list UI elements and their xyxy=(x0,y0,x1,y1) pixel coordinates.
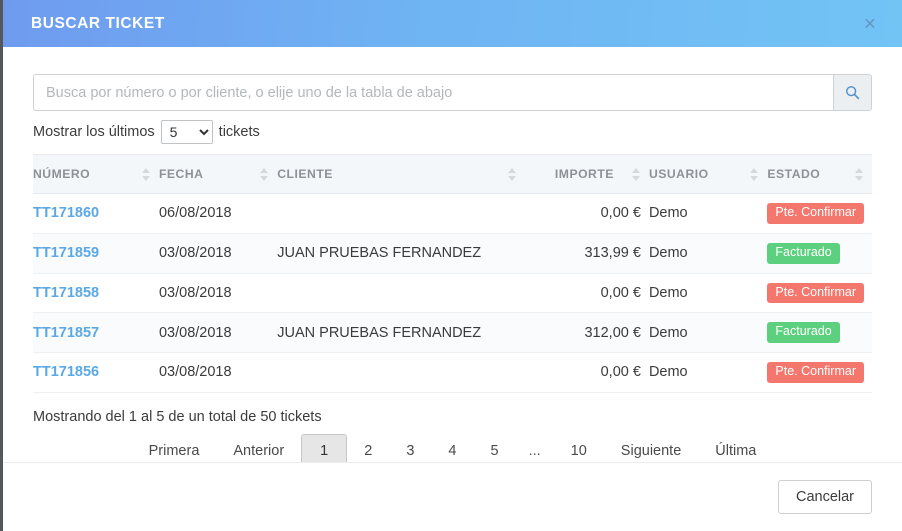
cell-importe: 0,00 € xyxy=(525,352,649,393)
cell-estado: Facturado xyxy=(767,233,872,274)
cell-cliente xyxy=(277,273,526,314)
close-icon[interactable]: × xyxy=(864,13,876,34)
status-badge: Facturado xyxy=(767,242,840,264)
cell-estado: Pte. Confirmar xyxy=(767,273,872,314)
column-label: FECHA xyxy=(158,167,204,181)
length-menu-suffix: tickets xyxy=(218,124,260,140)
cell-numero: TT171856 xyxy=(33,352,159,393)
cancel-button[interactable]: Cancelar xyxy=(777,480,872,514)
search-icon xyxy=(845,85,860,100)
status-badge: Pte. Confirmar xyxy=(767,282,864,304)
modal-footer: Cancelar xyxy=(3,462,902,531)
ticket-link[interactable]: TT171859 xyxy=(33,245,99,261)
column-label: CLIENTE xyxy=(277,167,333,181)
cell-numero: TT171859 xyxy=(33,233,159,274)
sort-icon[interactable] xyxy=(141,167,151,181)
page-item-ltima[interactable]: Última xyxy=(698,434,773,462)
cell-numero: TT171858 xyxy=(33,273,159,314)
cell-importe: 312,00 € xyxy=(525,312,649,353)
cell-estado: Facturado xyxy=(767,312,872,353)
ticket-link[interactable]: TT171860 xyxy=(33,205,99,221)
modal-body: Mostrar los últimos 5102550100 tickets N… xyxy=(3,47,902,462)
page-item-10[interactable]: 10 xyxy=(554,434,604,462)
cell-usuario: Demo xyxy=(648,312,768,353)
table-row[interactable]: TT171858 03/08/2018 0,00 € Demo Pte. Confirm… xyxy=(33,273,872,314)
length-select[interactable]: 5102550100 xyxy=(160,120,213,144)
status-badge: Pte. Confirmar xyxy=(767,203,864,224)
column-label: ESTADO xyxy=(767,167,821,181)
sort-icon[interactable] xyxy=(508,167,517,181)
table-body: TT171860 06/08/2018 0,00 € Demo Pte. Confirm… xyxy=(33,193,872,393)
page-item-4[interactable]: 4 xyxy=(431,434,473,462)
page-item-3[interactable]: 3 xyxy=(389,434,431,462)
page-item-1[interactable]: 1 xyxy=(301,433,348,462)
cell-fecha: 03/08/2018 xyxy=(158,233,278,274)
cell-fecha: 03/08/2018 xyxy=(158,312,278,353)
cell-cliente: JUAN PRUEBAS FERNANDEZ xyxy=(277,312,526,353)
search-input[interactable] xyxy=(33,74,833,111)
page-item-primera[interactable]: Primera xyxy=(132,434,217,462)
cell-fecha: 06/08/2018 xyxy=(158,193,278,234)
cell-importe: 313,99 € xyxy=(525,233,649,274)
cell-estado: Pte. Confirmar xyxy=(767,193,872,234)
buscar-ticket-modal: BUSCAR TICKET × Mostrar los xyxy=(3,0,902,531)
page-title: BUSCAR TICKET xyxy=(31,14,165,32)
cell-cliente: JUAN PRUEBAS FERNANDEZ xyxy=(277,233,526,274)
column-header-cliente[interactable]: CLIENTE xyxy=(277,154,526,194)
cell-importe: 0,00 € xyxy=(525,273,649,314)
sort-icon[interactable] xyxy=(631,167,641,181)
column-header-fecha[interactable]: FECHA xyxy=(158,154,278,194)
column-label: USUARIO xyxy=(648,167,709,181)
status-badge: Pte. Confirmar xyxy=(767,362,864,383)
column-header-estado[interactable]: ESTADO xyxy=(767,154,872,194)
cell-usuario: Demo xyxy=(648,193,768,234)
cell-usuario: Demo xyxy=(648,233,768,274)
sort-icon[interactable] xyxy=(260,167,269,181)
tickets-table: NÚMERO FECHA CLIENTE IMPORTE USUARIO EST… xyxy=(33,154,872,393)
table-row[interactable]: TT171860 06/08/2018 0,00 € Demo Pte. Confirm… xyxy=(33,193,872,234)
column-header-importe[interactable]: IMPORTE xyxy=(525,154,649,194)
length-menu-prefix: Mostrar los últimos xyxy=(33,124,155,140)
cell-fecha: 03/08/2018 xyxy=(158,273,278,314)
ticket-link[interactable]: TT171857 xyxy=(33,325,99,341)
cell-cliente xyxy=(277,352,526,393)
page-item-siguiente[interactable]: Siguiente xyxy=(604,434,698,462)
sort-icon[interactable] xyxy=(855,167,864,181)
status-badge: Facturado xyxy=(767,322,840,343)
table-row[interactable]: TT171859 03/08/2018 JUAN PRUEBAS FERNANDEZ… xyxy=(33,233,872,274)
cell-usuario: Demo xyxy=(648,352,768,393)
cell-estado: Pte. Confirmar xyxy=(767,352,872,393)
cell-importe: 0,00 € xyxy=(525,193,649,234)
page-item-5[interactable]: 5 xyxy=(473,434,515,462)
search-button[interactable] xyxy=(833,74,872,111)
ticket-link[interactable]: TT171856 xyxy=(33,364,99,380)
search-row xyxy=(33,74,872,111)
modal-header: BUSCAR TICKET × xyxy=(3,0,902,47)
column-header-numero[interactable]: NÚMERO xyxy=(33,154,159,194)
table-header-row: NÚMERO FECHA CLIENTE IMPORTE USUARIO EST… xyxy=(33,154,872,194)
ticket-link[interactable]: TT171858 xyxy=(33,285,99,301)
sort-icon[interactable] xyxy=(750,167,759,181)
table-row[interactable]: TT171856 03/08/2018 0,00 € Demo Pte. Confirm… xyxy=(33,352,872,393)
length-menu: Mostrar los últimos 5102550100 tickets xyxy=(33,120,872,144)
modal-backdrop[interactable]: BUSCAR TICKET × Mostrar los xyxy=(0,0,902,531)
cell-numero: TT171860 xyxy=(33,193,159,234)
column-label: NÚMERO xyxy=(33,167,91,181)
cell-usuario: Demo xyxy=(648,273,768,314)
cell-numero: TT171857 xyxy=(33,312,159,353)
page-item-: ... xyxy=(528,442,541,459)
cell-cliente xyxy=(277,193,526,234)
pagination: Primera Anterior 1 2 3 4 5... 10 Siguiente Última xyxy=(33,433,872,462)
table-head: NÚMERO FECHA CLIENTE IMPORTE USUARIO EST… xyxy=(33,154,872,194)
cell-fecha: 03/08/2018 xyxy=(158,352,278,393)
page-item-2[interactable]: 2 xyxy=(347,434,389,462)
table-row[interactable]: TT171857 03/08/2018 JUAN PRUEBAS FERNANDEZ… xyxy=(33,312,872,353)
page-item-anterior[interactable]: Anterior xyxy=(216,434,301,462)
table-info: Mostrando del 1 al 5 de un total de 50 t… xyxy=(33,408,322,425)
column-label: IMPORTE xyxy=(554,167,614,181)
column-header-usuario[interactable]: USUARIO xyxy=(648,154,768,194)
